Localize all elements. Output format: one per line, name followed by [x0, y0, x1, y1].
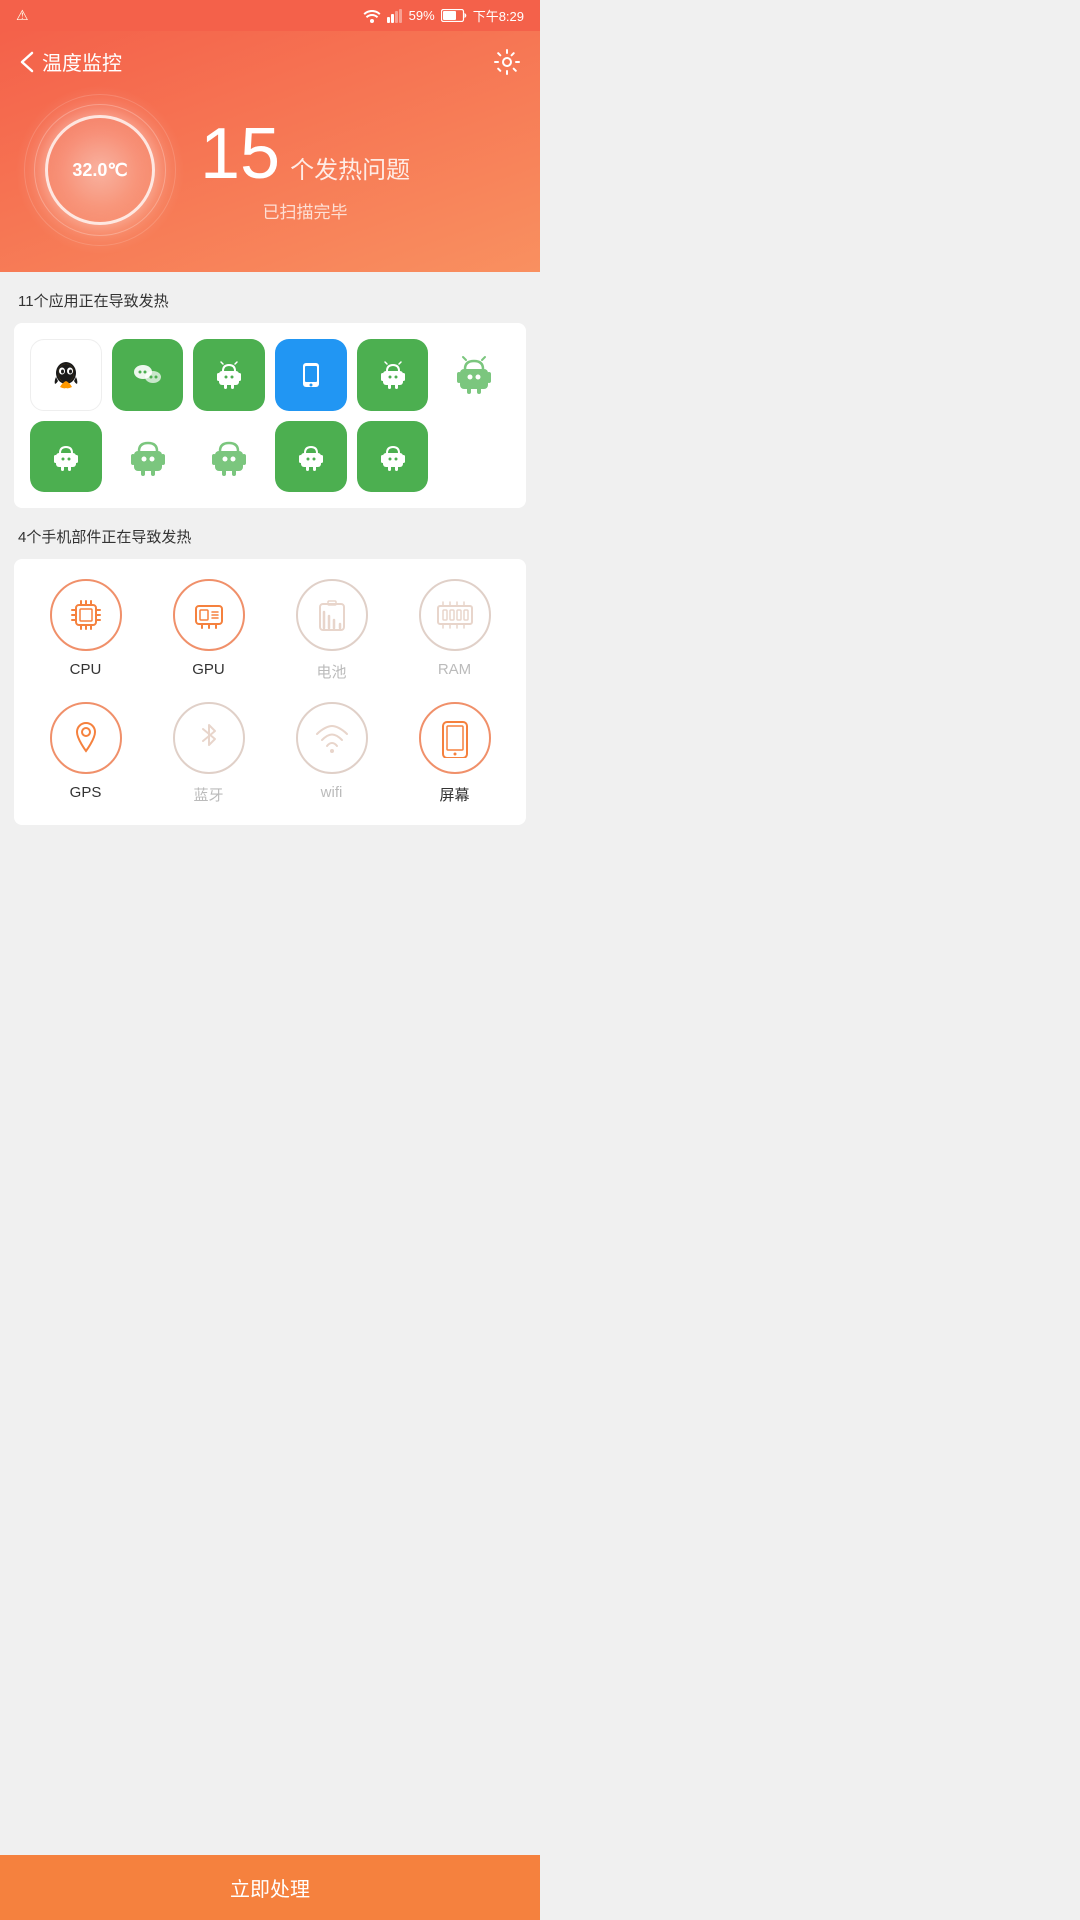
wifi-label: wifi [321, 784, 343, 801]
list-item[interactable] [30, 339, 102, 411]
header-area: 温度监控 32.0℃ 15 个发热问题 已扫描完毕 [0, 31, 540, 272]
warning-icon: ⚠ [16, 7, 29, 24]
components-card: CPU GPU [14, 559, 526, 825]
header-nav: 温度监控 [20, 47, 520, 76]
list-item[interactable] [438, 339, 510, 411]
component-screen[interactable]: 屏幕 [393, 702, 516, 805]
settings-button[interactable] [494, 49, 520, 75]
list-item[interactable] [275, 421, 347, 493]
temp-circle: 32.0℃ [45, 115, 155, 225]
list-item[interactable] [112, 339, 184, 411]
component-gps[interactable]: GPS [24, 702, 147, 805]
time-display: 下午8:29 [473, 6, 524, 25]
screen-icon-wrap [419, 702, 491, 774]
battery-icon-wrap [296, 579, 368, 651]
component-gpu[interactable]: GPU [147, 579, 270, 682]
gpu-icon-wrap [173, 579, 245, 651]
bluetooth-label: 蓝牙 [193, 784, 223, 805]
status-bar: ⚠ 59% 下午8:29 [0, 0, 540, 31]
scan-status: 已扫描完毕 [200, 198, 410, 223]
list-item[interactable] [357, 339, 429, 411]
temperature-value: 32.0℃ [72, 160, 127, 181]
apps-section-title: 11个应用正在导致发热 [0, 272, 540, 323]
battery-percent: 59% [409, 8, 435, 23]
wifi-icon-wrap [296, 702, 368, 774]
components-grid: CPU GPU [24, 579, 516, 805]
component-wifi[interactable]: wifi [270, 702, 393, 805]
component-bluetooth[interactable]: 蓝牙 [147, 702, 270, 805]
list-item[interactable] [112, 421, 184, 493]
apps-card [14, 323, 526, 508]
temp-display: 32.0℃ 15 个发热问题 已扫描完毕 [20, 100, 520, 240]
cpu-label: CPU [70, 661, 102, 678]
battery-icon [441, 9, 467, 22]
list-item[interactable] [30, 421, 102, 493]
wifi-icon [363, 9, 381, 23]
component-battery[interactable]: 电池 [270, 579, 393, 682]
battery-label: 电池 [316, 661, 346, 682]
ram-icon-wrap [419, 579, 491, 651]
bluetooth-icon-wrap [173, 702, 245, 774]
signal-icon [387, 9, 403, 23]
gps-label: GPS [70, 784, 102, 801]
temp-info: 15 个发热问题 已扫描完毕 [200, 118, 410, 223]
back-button[interactable]: 温度监控 [20, 47, 122, 76]
list-item[interactable] [357, 421, 429, 493]
header-title: 温度监控 [42, 47, 122, 76]
screen-label: 屏幕 [439, 784, 469, 805]
issue-count: 15 [200, 118, 280, 190]
components-section-title: 4个手机部件正在导致发热 [0, 508, 540, 559]
issue-label: 个发热问题 [290, 150, 410, 185]
action-button-label: 立即处理 [230, 1879, 310, 1901]
list-item[interactable] [193, 421, 265, 493]
list-item[interactable] [275, 339, 347, 411]
component-ram[interactable]: RAM [393, 579, 516, 682]
gps-icon-wrap [50, 702, 122, 774]
temp-count-row: 15 个发热问题 [200, 118, 410, 190]
ram-label: RAM [438, 661, 471, 678]
list-item[interactable] [193, 339, 265, 411]
main-content: 11个应用正在导致发热 [0, 272, 540, 915]
temp-circle-wrap: 32.0℃ [30, 100, 170, 240]
action-button[interactable]: 立即处理 [0, 1855, 540, 1920]
component-cpu[interactable]: CPU [24, 579, 147, 682]
cpu-icon-wrap [50, 579, 122, 651]
gpu-label: GPU [192, 661, 225, 678]
